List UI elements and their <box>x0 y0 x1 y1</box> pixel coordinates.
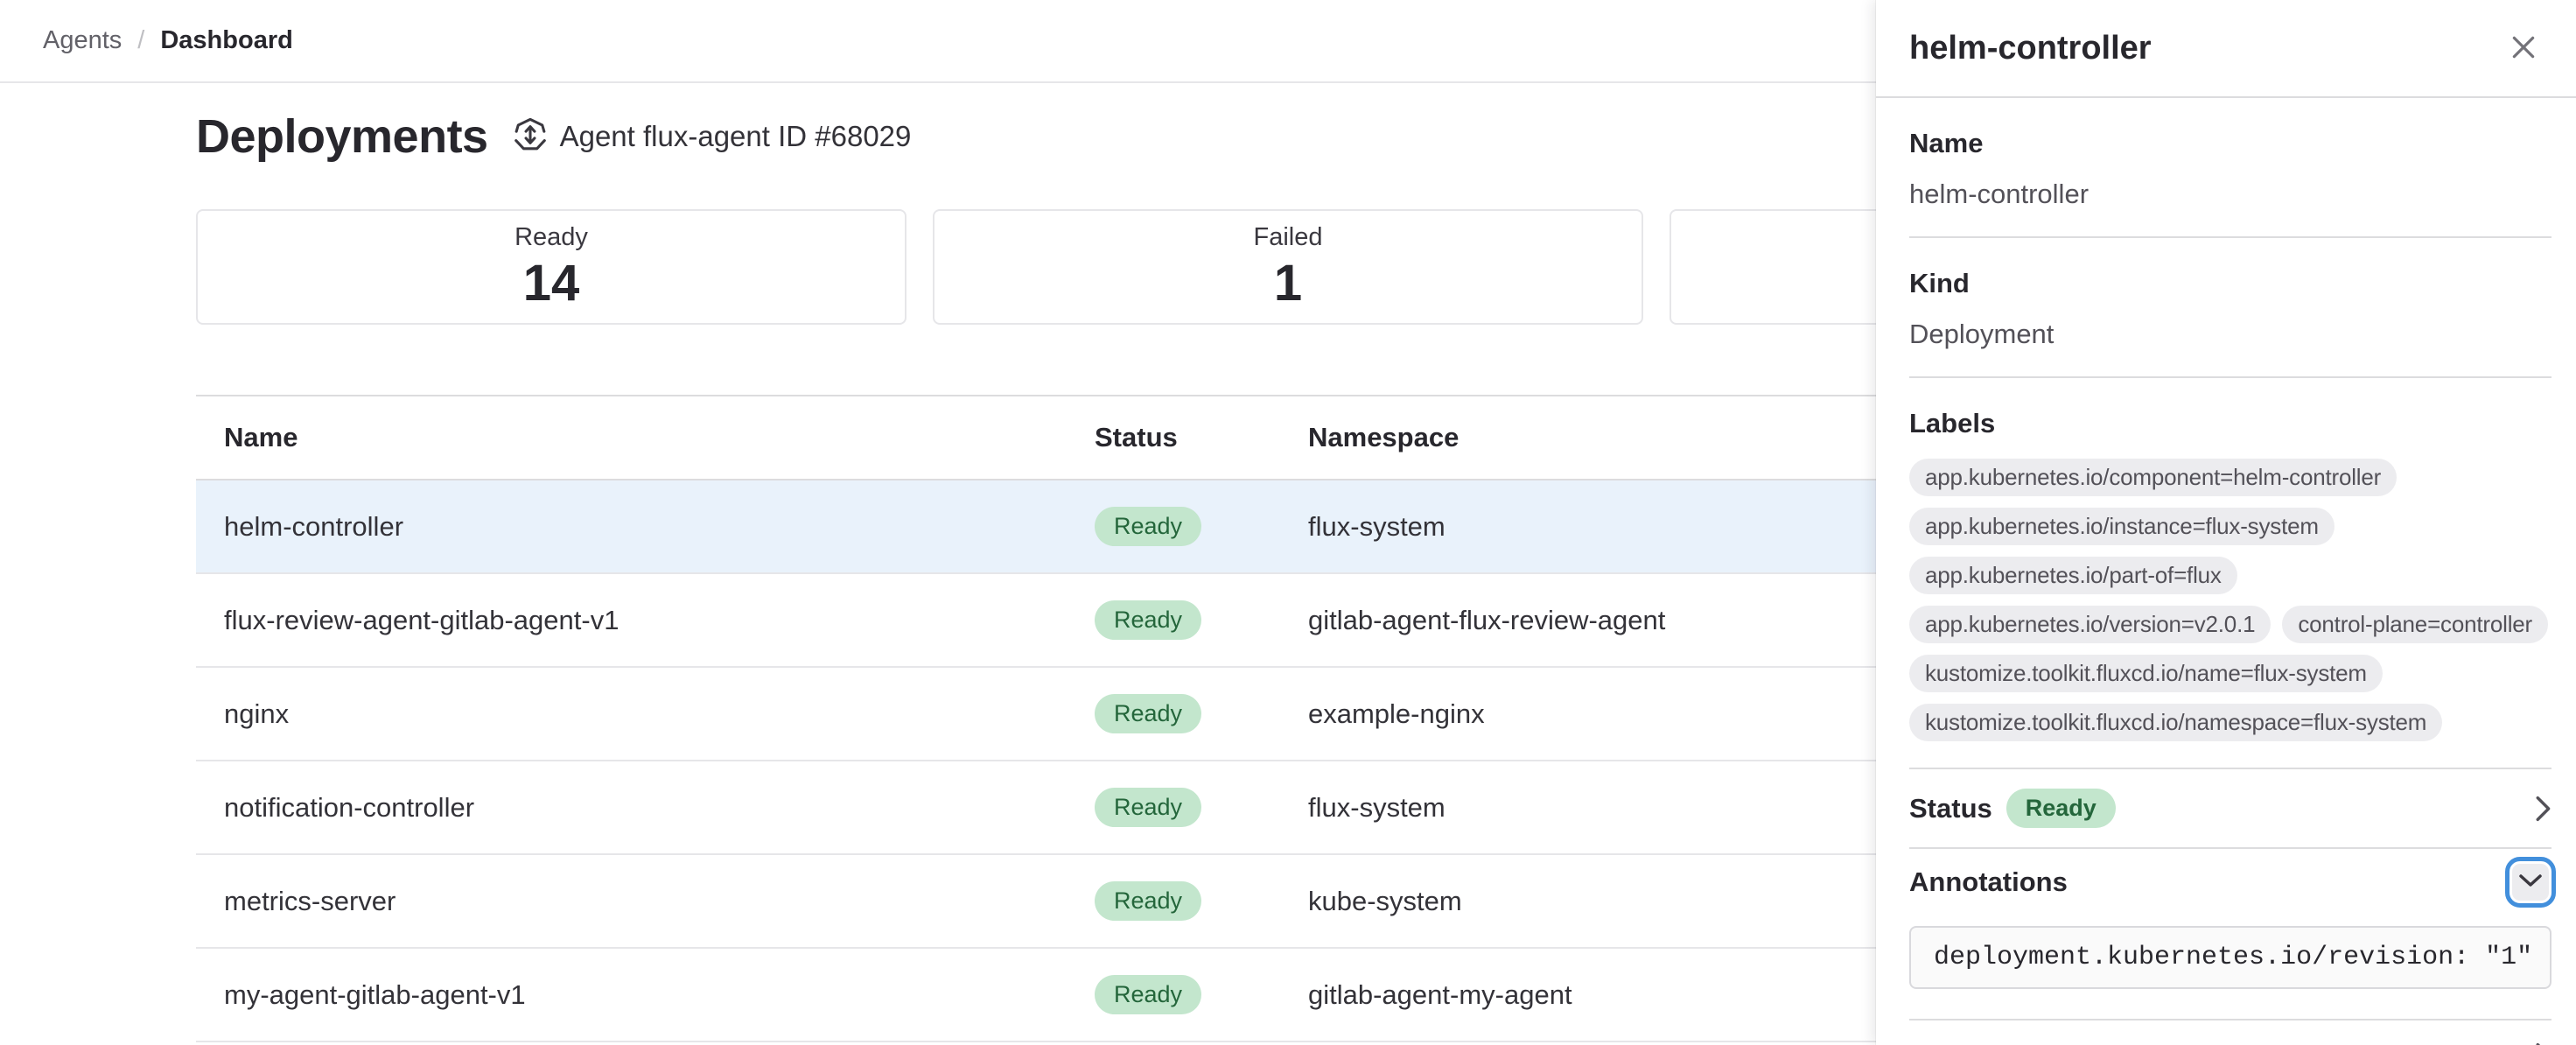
drawer-body: Name helm-controller Kind Deployment Lab… <box>1876 98 2576 1045</box>
section-heading: Annotations <box>1909 866 2068 898</box>
details-drawer: helm-controller Name helm-controller Kin… <box>1876 0 2576 1045</box>
section-kind: Kind Deployment <box>1909 238 2552 378</box>
section-heading: Kind <box>1909 268 2552 299</box>
section-heading: Spec <box>1909 1040 1974 1045</box>
breadcrumb-link-agents[interactable]: Agents <box>43 26 122 55</box>
annotations-collapse-button[interactable] <box>2510 861 2552 903</box>
cell-status: Ready <box>1095 975 1308 1014</box>
cell-status: Ready <box>1095 694 1308 733</box>
cell-name: my-agent-gitlab-agent-v1 <box>196 979 1095 1011</box>
section-status-toggle[interactable]: Status Ready <box>1909 769 2552 849</box>
column-header-status: Status <box>1095 422 1308 453</box>
section-spec-toggle[interactable]: Spec <box>1909 1020 2552 1045</box>
status-badge: Ready <box>1095 975 1201 1014</box>
status-badge: Ready <box>2006 789 2116 828</box>
section-heading: Name <box>1909 128 2552 159</box>
stat-card-label: Failed <box>1254 223 1323 252</box>
section-labels: Labels app.kubernetes.io/component=helm-… <box>1909 378 2552 769</box>
section-heading: Status <box>1909 793 1992 824</box>
label-chip: app.kubernetes.io/instance=flux-system <box>1909 508 2334 545</box>
close-button[interactable] <box>2499 24 2548 73</box>
stat-card-failed: Failed 1 <box>933 209 1643 325</box>
breadcrumb-current-dashboard: Dashboard <box>160 26 292 55</box>
cell-name: nginx <box>196 698 1095 730</box>
agent-info-label: Agent flux-agent ID #68029 <box>560 120 912 153</box>
label-chip: app.kubernetes.io/version=v2.0.1 <box>1909 606 2271 643</box>
section-value: Deployment <box>1909 319 2552 350</box>
cell-name: metrics-server <box>196 886 1095 917</box>
cell-name: notification-controller <box>196 792 1095 824</box>
cell-status: Ready <box>1095 788 1308 827</box>
section-value: helm-controller <box>1909 179 2552 210</box>
stat-card-ready: Ready 14 <box>196 209 906 325</box>
label-chip: control-plane=controller <box>2282 606 2548 643</box>
stat-card-value: 14 <box>523 257 580 311</box>
label-chip: kustomize.toolkit.fluxcd.io/name=flux-sy… <box>1909 655 2383 692</box>
chevron-right-icon <box>2536 796 2552 822</box>
column-header-name: Name <box>196 422 1095 453</box>
close-icon <box>2509 32 2538 65</box>
stat-card-label: Ready <box>514 223 588 252</box>
cell-name: helm-controller <box>196 511 1095 543</box>
agent-info: Agent flux-agent ID #68029 <box>511 116 912 158</box>
label-chip: app.kubernetes.io/part-of=flux <box>1909 557 2237 594</box>
section-annotations: Annotations deployment.kubernetes.io/rev… <box>1909 849 2552 1020</box>
kubernetes-agent-icon <box>511 116 550 158</box>
status-badge: Ready <box>1095 881 1201 921</box>
cell-status: Ready <box>1095 881 1308 921</box>
label-chip: kustomize.toolkit.fluxcd.io/namespace=fl… <box>1909 704 2442 741</box>
stat-card-value: 1 <box>1274 257 1302 311</box>
chevron-down-icon <box>2519 874 2542 891</box>
annotations-code-block: deployment.kubernetes.io/revision: "1" <box>1909 926 2552 989</box>
section-heading: Labels <box>1909 408 2552 439</box>
status-badge: Ready <box>1095 788 1201 827</box>
status-badge: Ready <box>1095 694 1201 733</box>
label-chip: app.kubernetes.io/component=helm-control… <box>1909 459 2397 496</box>
cell-status: Ready <box>1095 600 1308 640</box>
cell-name: flux-review-agent-gitlab-agent-v1 <box>196 605 1095 636</box>
cell-status: Ready <box>1095 507 1308 546</box>
drawer-header: helm-controller <box>1876 0 2576 98</box>
status-badge: Ready <box>1095 507 1201 546</box>
page-title: Deployments <box>196 109 488 164</box>
status-badge: Ready <box>1095 600 1201 640</box>
label-chips: app.kubernetes.io/component=helm-control… <box>1909 459 2552 741</box>
section-name: Name helm-controller <box>1909 98 2552 238</box>
breadcrumb-separator: / <box>137 26 144 55</box>
drawer-title: helm-controller <box>1909 30 2152 67</box>
